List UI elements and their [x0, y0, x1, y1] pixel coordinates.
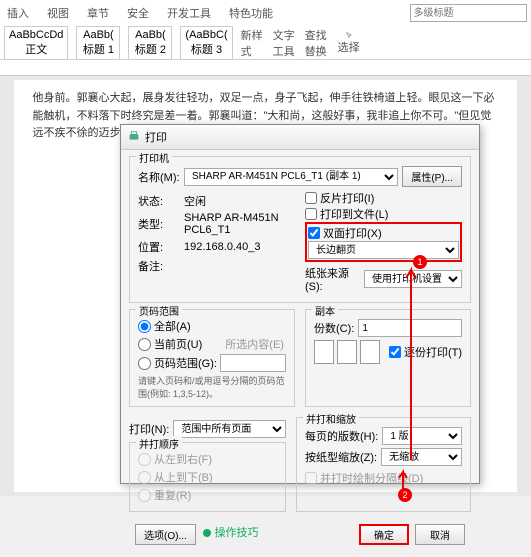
- order-ttb-label: 从上到下(B): [154, 469, 213, 485]
- reverse-print-checkbox[interactable]: [305, 192, 317, 204]
- style-h2[interactable]: AaBb(标题 2: [128, 26, 172, 60]
- duplex-label: 双面打印(X): [323, 225, 382, 241]
- order-repeat-label: 重复(R): [154, 487, 191, 503]
- collate-label: 逐份打印(T): [404, 344, 462, 360]
- print-icon: [127, 130, 141, 144]
- cancel-button[interactable]: 取消: [415, 524, 465, 545]
- annotation-badge-1: 1: [413, 255, 427, 269]
- range-group-title: 页码范围: [136, 303, 182, 318]
- scale-label: 按纸型缩放(Z):: [305, 449, 377, 465]
- printer-group-title: 打印机: [136, 150, 172, 165]
- type-label: 类型:: [138, 216, 180, 232]
- tab-section[interactable]: 章节: [84, 4, 112, 22]
- scale-select[interactable]: 无缩放: [381, 448, 462, 466]
- order-group: 并打顺序 从左到右(F) 从上到下(B) 重复(R): [129, 442, 286, 512]
- tab-insert[interactable]: 插入: [4, 4, 32, 22]
- type-value: SHARP AR-M451N PCL6_T1: [184, 212, 295, 236]
- print-what-select[interactable]: 范围中所有页面: [173, 420, 286, 438]
- paper-source-select[interactable]: 使用打印机设置: [364, 270, 462, 288]
- style-h3[interactable]: (AaBbC(标题 3: [180, 26, 232, 60]
- tips-link[interactable]: 操作技巧: [202, 524, 259, 545]
- options-button[interactable]: 选项(O)...: [135, 524, 196, 545]
- order-group-title: 并打顺序: [136, 436, 182, 451]
- printer-name-label: 名称(M):: [138, 169, 180, 185]
- print-dialog: 打印 打印机 名称(M): SHARP AR-M451N PCL6_T1 (副本…: [120, 124, 480, 484]
- printer-name-select[interactable]: SHARP AR-M451N PCL6_T1 (副本 1): [184, 168, 398, 186]
- range-pages-label: 页码范围(G):: [154, 355, 217, 371]
- ruler: [0, 60, 531, 76]
- status-label: 状态:: [138, 193, 180, 209]
- ribbon: 插入 视图 章节 安全 开发工具 特色功能 AaBbCcDd正文 AaBb(标题…: [0, 0, 531, 60]
- per-sheet-label: 每页的版数(H):: [305, 428, 378, 444]
- print-to-file-checkbox[interactable]: [305, 208, 317, 220]
- dialog-title: 打印: [145, 129, 167, 145]
- dialog-titlebar: 打印: [121, 125, 479, 150]
- text-tools-button[interactable]: A文字工具: [273, 31, 297, 55]
- ok-button[interactable]: 确定: [359, 524, 409, 545]
- range-current-label: 当前页(U): [154, 336, 202, 352]
- collate-preview-icon: [314, 340, 380, 364]
- location-value: 192.168.0.40_3: [184, 241, 260, 253]
- paper-source-label: 纸张来源(S):: [305, 265, 360, 293]
- reverse-print-label: 反片打印(I): [320, 190, 374, 206]
- select-button[interactable]: 选择: [337, 31, 361, 55]
- tab-bar: 插入 视图 章节 安全 开发工具 特色功能: [4, 2, 527, 24]
- collate-checkbox[interactable]: [389, 346, 401, 358]
- range-current-radio[interactable]: [138, 338, 151, 351]
- range-pages-radio[interactable]: [138, 357, 151, 370]
- draw-lines-label: 并打时绘制分隔线(D): [320, 470, 423, 486]
- order-ttb-radio: [138, 471, 151, 484]
- tab-security[interactable]: 安全: [124, 4, 152, 22]
- find-replace-button[interactable]: 查找替换: [305, 31, 329, 55]
- zoom-group-title: 并打和缩放: [303, 411, 359, 426]
- style-normal[interactable]: AaBbCcDd正文: [4, 26, 68, 60]
- duplex-checkbox[interactable]: [308, 227, 320, 239]
- search-input[interactable]: [410, 4, 528, 22]
- tab-view[interactable]: 视图: [44, 4, 72, 22]
- range-all-radio[interactable]: [138, 320, 151, 333]
- new-style-button[interactable]: 新样式: [241, 31, 265, 55]
- copies-count-input[interactable]: [358, 319, 462, 337]
- draw-lines-checkbox: [305, 472, 317, 484]
- location-label: 位置:: [138, 239, 180, 255]
- tab-devtools[interactable]: 开发工具: [164, 4, 214, 22]
- per-sheet-select[interactable]: 1 版: [382, 427, 462, 445]
- print-to-file-label: 打印到文件(L): [320, 206, 388, 222]
- status-value: 空闲: [184, 193, 206, 209]
- flip-select[interactable]: 长边翻页: [308, 241, 459, 259]
- order-ltr-label: 从左到右(F): [154, 451, 212, 467]
- comment-label: 备注:: [138, 258, 180, 274]
- printer-group: 打印机 名称(M): SHARP AR-M451N PCL6_T1 (副本 1)…: [129, 156, 471, 303]
- range-all-label: 全部(A): [154, 318, 191, 334]
- ribbon-groups: AaBbCcDd正文 AaBb(标题 1 AaBb(标题 2 (AaBbC(标题…: [4, 26, 527, 60]
- style-h1[interactable]: AaBb(标题 1: [76, 26, 120, 60]
- range-group: 页码范围 全部(A) 当前页(U)所选内容(E) 页码范围(G): 请键入页码和…: [129, 309, 295, 407]
- copies-group: 副本 份数(C): 逐份打印(T): [305, 309, 471, 407]
- range-hint: 请键入页码和/或用逗号分隔的页码范围(例如: 1,3,5-12)。: [138, 374, 286, 400]
- order-ltr-radio: [138, 453, 151, 466]
- copies-group-title: 副本: [312, 303, 338, 318]
- range-pages-input[interactable]: [220, 354, 286, 372]
- copies-count-label: 份数(C):: [314, 320, 354, 336]
- print-what-label: 打印(N):: [129, 421, 169, 437]
- range-selection-label: 所选内容(E): [225, 336, 284, 352]
- zoom-group: 并打和缩放 每页的版数(H):1 版 按纸型缩放(Z):无缩放 并打时绘制分隔线…: [296, 417, 471, 512]
- properties-button[interactable]: 属性(P)...: [402, 166, 462, 187]
- tab-features[interactable]: 特色功能: [226, 4, 276, 22]
